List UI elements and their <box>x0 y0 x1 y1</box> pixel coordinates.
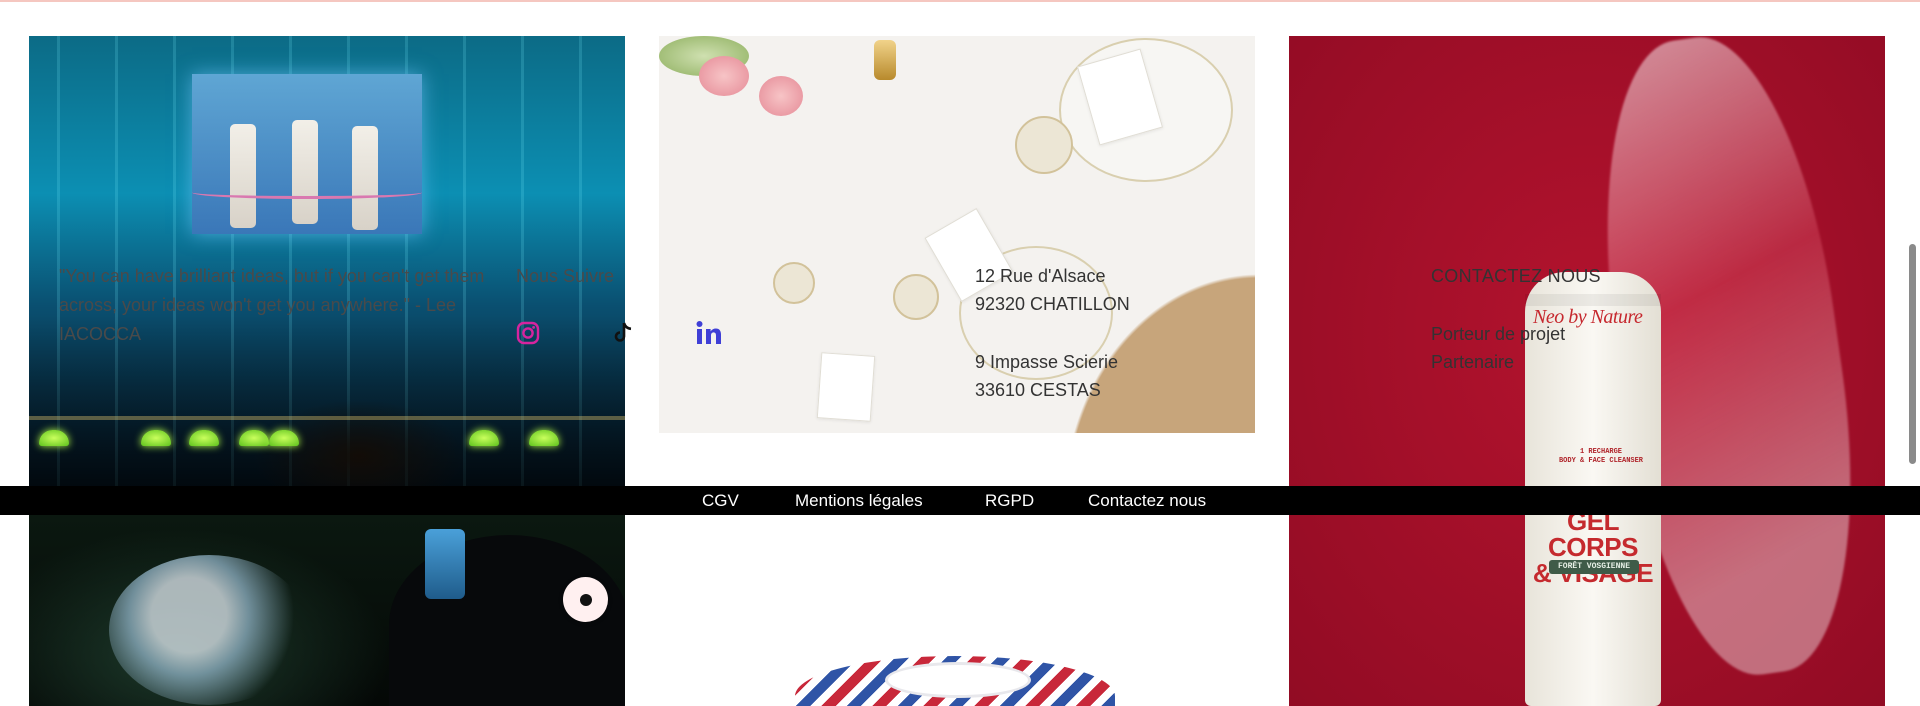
menu-card <box>816 352 876 422</box>
address-2-line1: 9 Impasse Scierie <box>975 352 1119 372</box>
instagram-glyph <box>516 321 540 345</box>
gold-candle <box>874 40 896 80</box>
contact-link-partenaire[interactable]: Partenaire <box>1431 348 1514 377</box>
scrollbar-thumb[interactable] <box>1909 244 1916 464</box>
green-lamp <box>39 430 69 446</box>
footer-link-contactez-nous[interactable]: Contactez nous <box>1088 486 1206 515</box>
tiktok-icon[interactable] <box>612 319 634 347</box>
screen-wave <box>192 186 422 199</box>
audience-photo <box>29 515 625 706</box>
product-tube <box>352 126 378 230</box>
instagram-icon[interactable] <box>514 319 542 347</box>
product-title-line1: GEL CORPS <box>1548 506 1638 562</box>
phone <box>425 529 465 599</box>
address-2-line2: 33610 CESTAS <box>975 380 1101 400</box>
address-1-line1: 12 Rue d'Alsace <box>975 266 1106 286</box>
record-dot-icon <box>579 593 592 606</box>
product-title: GEL CORPS & VISAGE <box>1525 508 1661 586</box>
pink-flower <box>699 56 749 96</box>
bread-plate <box>1015 116 1073 174</box>
linkedin-glyph <box>696 321 721 344</box>
follow-label: Nous Suivre <box>516 266 615 286</box>
lamp-row <box>29 416 625 420</box>
green-lamp <box>189 430 219 446</box>
record-button[interactable] <box>563 577 608 622</box>
green-lamp <box>529 430 559 446</box>
footer-link-cgv[interactable]: CGV <box>702 486 739 515</box>
footer-link-mentions-legales[interactable]: Mentions légales <box>795 486 923 515</box>
green-lamp <box>469 430 499 446</box>
product-tag: FORÊT VOSGIENNE <box>1549 560 1639 574</box>
product-tube <box>292 120 318 224</box>
product-subtitle-line1: 1 RECHARGE <box>1579 448 1622 456</box>
sweater-collar <box>885 662 1031 698</box>
contact-link-porteur[interactable]: Porteur de projet <box>1431 320 1565 349</box>
quote-text: "You can have brilliant ideas, but if yo… <box>59 266 485 344</box>
event-stage-photo <box>29 36 625 486</box>
bottle-shadow <box>1525 294 1661 306</box>
footer-bar: CGV Mentions légales RGPD Contactez nous <box>0 486 1920 515</box>
green-lamp <box>269 430 299 446</box>
bread-plate <box>773 262 815 304</box>
pink-flower <box>759 76 803 116</box>
footer-link-rgpd[interactable]: RGPD <box>985 486 1034 515</box>
green-lamp <box>239 430 269 446</box>
product-subtitle-line2: BODY & FACE CLEANSER <box>1558 457 1643 465</box>
tiktok-glyph <box>614 322 632 342</box>
green-lamp <box>141 430 171 446</box>
table-setting-photo <box>659 36 1255 433</box>
projection-screen <box>192 74 422 234</box>
top-border <box>0 0 1920 2</box>
contact-heading: CONTACTEZ NOUS <box>1431 266 1601 286</box>
flower-bouquet <box>109 555 309 705</box>
product-subtitle: 1 RECHARGE BODY & FACE CLEANSER <box>1551 448 1651 466</box>
address-1-line2: 92320 CHATILLON <box>975 294 1130 314</box>
bread-plate <box>893 274 939 320</box>
product-photo: Neo by Nature 1 RECHARGE BODY & FACE CLE… <box>1289 36 1885 706</box>
linkedin-icon[interactable] <box>694 319 724 347</box>
product-tube <box>230 124 256 228</box>
